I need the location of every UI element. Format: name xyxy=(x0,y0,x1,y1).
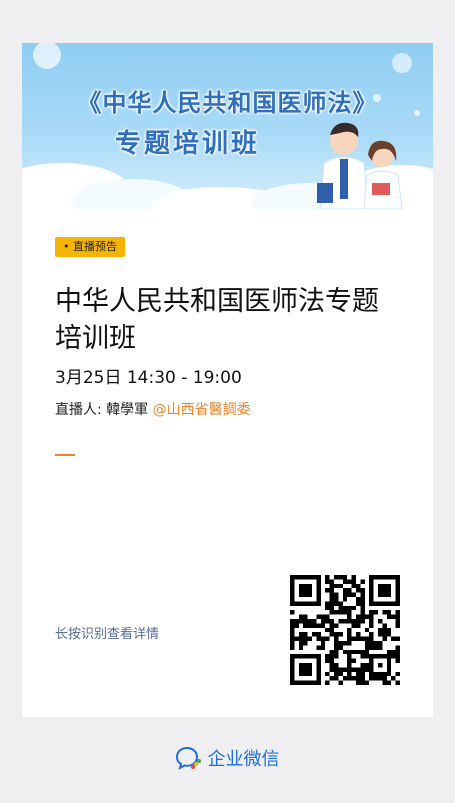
host-info: 直播人: 韓學軍 @山西省醫調委 xyxy=(55,399,251,419)
banner-image: 《中华人民共和国医师法》 专题培训班 xyxy=(22,43,433,209)
divider-dash xyxy=(55,454,75,456)
banner-title-line1: 《中华人民共和国医师法》 xyxy=(77,89,378,117)
brand-name: 企业微信 xyxy=(207,749,280,770)
host-label: 直播人: xyxy=(55,402,107,418)
live-preview-badge: • 直播预告 xyxy=(55,237,125,257)
long-press-hint: 长按识别查看详情 xyxy=(55,627,160,642)
host-name: 韓學軍 xyxy=(106,402,149,418)
live-preview-card[interactable]: 《中华人民共和国医师法》 专题培训班 • 直播预告 中华人民共和国医师法专题培训… xyxy=(22,43,433,717)
footer: 企业微信 xyxy=(0,745,455,774)
wecom-logo-icon xyxy=(175,746,201,770)
live-title: 中华人民共和国医师法专题培训班 xyxy=(55,286,379,354)
host-org: @山西省醫調委 xyxy=(152,402,251,418)
banner-title-line2: 专题培训班 xyxy=(114,129,260,159)
qr-code[interactable] xyxy=(290,575,400,685)
live-time: 3月25日 14:30 - 19:00 xyxy=(55,368,242,388)
